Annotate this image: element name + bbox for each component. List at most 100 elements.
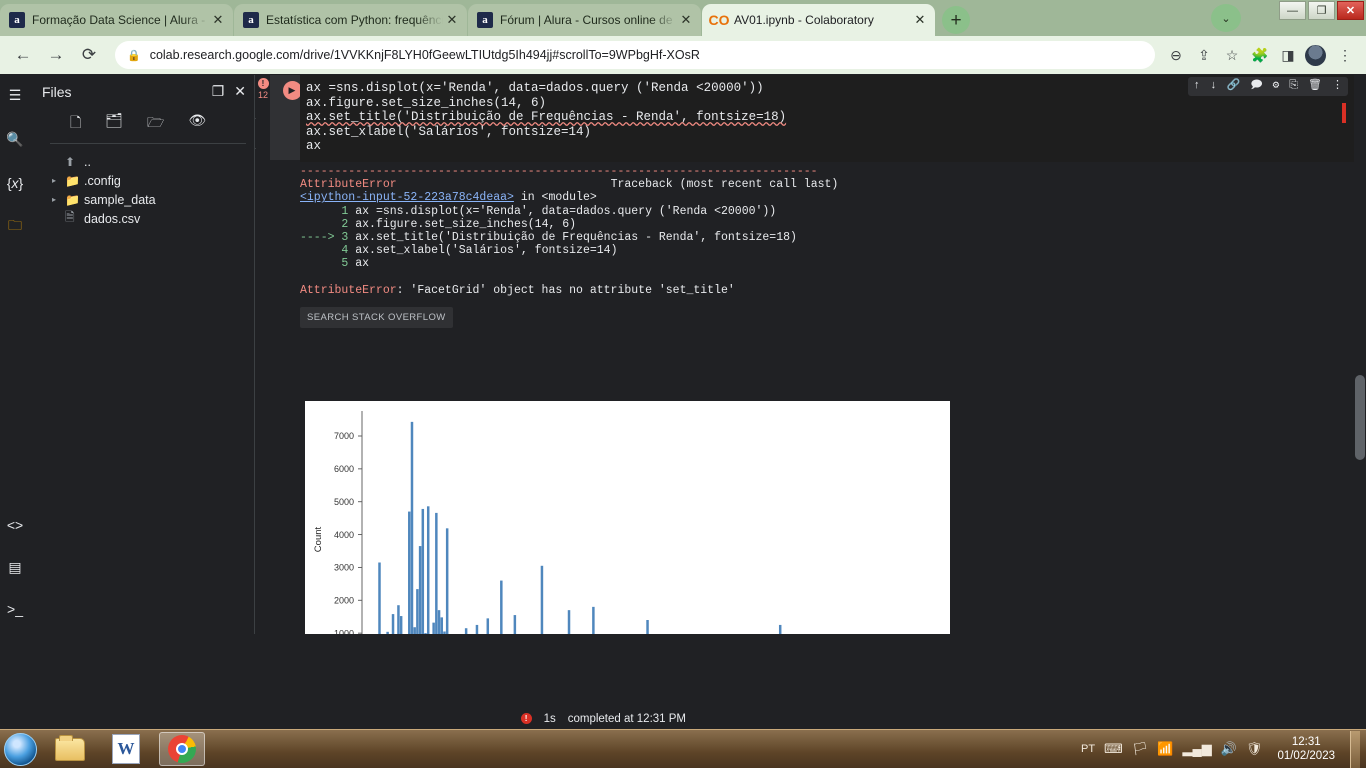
file-row-config[interactable]: ▸ 📁 .config xyxy=(30,171,254,190)
window-minimize-button[interactable]: — xyxy=(1279,1,1306,20)
share-icon[interactable]: ⇪ xyxy=(1191,42,1217,68)
search-icon[interactable]: 🔍 xyxy=(4,128,26,150)
histogram-bar xyxy=(413,627,416,634)
mirror-cell-icon[interactable]: ⎘ xyxy=(1289,79,1298,94)
show-desktop-button[interactable] xyxy=(1350,730,1360,768)
browser-tab-2[interactable]: a Estatística com Python: frequênci ✕ xyxy=(234,4,467,36)
tab-close-icon[interactable]: ✕ xyxy=(677,11,695,29)
windows-taskbar: W PT ⌨ 🏳 📶 ▂▄▆ 🔊 🛡 12:31 01/02/2023 xyxy=(0,729,1366,768)
add-comment-icon[interactable]: 🗩 xyxy=(1250,79,1262,94)
terminal-icon[interactable]: >_ xyxy=(4,598,26,620)
file-row-sample-data[interactable]: ▸ 📁 sample_data xyxy=(30,190,254,209)
action-center-icon[interactable]: 🛡 xyxy=(1246,741,1263,757)
tab-close-icon[interactable]: ✕ xyxy=(209,11,227,29)
histogram-bar xyxy=(432,622,435,634)
clock-date: 01/02/2023 xyxy=(1277,750,1335,762)
command-palette-icon[interactable]: ▤ xyxy=(4,556,26,578)
address-bar[interactable]: 🔒 colab.research.google.com/drive/1VVKKn… xyxy=(115,41,1155,69)
keyboard-icon[interactable]: ⌨ xyxy=(1104,741,1123,757)
code-snippets-icon[interactable]: <> xyxy=(4,514,26,536)
eye-icon[interactable]: 👁 xyxy=(188,112,206,136)
search-stack-overflow-button[interactable]: SEARCH STACK OVERFLOW xyxy=(300,307,453,329)
execution-completed-text: completed at 12:31 PM xyxy=(567,712,686,725)
chrome-menu-icon[interactable]: ⋮ xyxy=(1332,42,1358,68)
window-maximize-button[interactable]: ❐ xyxy=(1308,1,1335,20)
traceback-frame-link[interactable]: <ipython-input-52-223a78c4deaa> xyxy=(300,191,514,204)
file-name: .. xyxy=(84,154,91,169)
window-close-button[interactable]: ✕ xyxy=(1337,1,1364,20)
histogram-bar xyxy=(391,614,395,634)
file-name: sample_data xyxy=(84,192,156,207)
traceback-arrow xyxy=(300,205,341,218)
back-icon[interactable]: ← xyxy=(8,40,38,70)
network-error-icon[interactable]: 📶 xyxy=(1157,741,1173,757)
code-line-3: ax.set_title('Distribuição de Frequência… xyxy=(306,110,787,125)
signal-icon[interactable]: ▂▄▆ xyxy=(1183,741,1212,757)
browser-tab-4-active[interactable]: CO AV01.ipynb - Colaboratory ✕ xyxy=(702,4,935,36)
tray-language[interactable]: PT xyxy=(1081,743,1095,755)
taskbar-word[interactable]: W xyxy=(103,732,149,766)
move-cell-up-icon[interactable]: ↑ xyxy=(1193,79,1200,94)
browser-tab-1[interactable]: a Formação Data Science | Alura - C ✕ xyxy=(0,4,233,36)
bookmark-star-icon[interactable]: ☆ xyxy=(1219,42,1245,68)
start-orb-icon[interactable] xyxy=(4,732,37,766)
cell-settings-icon[interactable]: ⚙ xyxy=(1273,79,1280,94)
tab-search-chevron-icon[interactable]: ⌄ xyxy=(1211,4,1241,32)
files-icon[interactable]: 🗀 xyxy=(4,216,26,238)
notebook-scrollbar-track[interactable] xyxy=(1354,75,1366,634)
new-window-icon[interactable]: ❐ xyxy=(212,83,225,100)
run-cell-button[interactable]: ▶ xyxy=(282,81,302,100)
caret-icon[interactable]: ▸ xyxy=(52,176,65,185)
tab-close-icon[interactable]: ✕ xyxy=(911,11,929,29)
histogram-bar xyxy=(440,617,444,634)
browser-toolbar: ← → ⟳ 🔒 colab.research.google.com/drive/… xyxy=(0,36,1366,74)
link-to-cell-icon[interactable]: 🔗 xyxy=(1227,79,1241,94)
y-axis-label: Count xyxy=(313,526,324,552)
tab-close-icon[interactable]: ✕ xyxy=(443,11,461,29)
upload-file-icon[interactable]: 🗋 xyxy=(70,112,81,136)
window-controls: — ❐ ✕ xyxy=(1279,1,1364,20)
folder-icon: 📁 xyxy=(65,173,80,188)
caret-icon[interactable]: ▸ xyxy=(52,195,65,204)
alura-icon: a xyxy=(477,12,493,28)
browser-tab-3[interactable]: a Fórum | Alura - Cursos online de ✕ xyxy=(468,4,701,36)
more-options-icon[interactable]: ⋮ xyxy=(1332,79,1343,94)
sidepanel-icon[interactable]: ◨ xyxy=(1275,42,1301,68)
histogram-bar xyxy=(475,624,479,634)
file-row-dados-csv[interactable]: ▸ 🗎 dados.csv xyxy=(30,209,254,228)
move-cell-down-icon[interactable]: ↓ xyxy=(1210,79,1217,94)
histogram-bar xyxy=(426,506,430,634)
notebook-scrollbar-thumb[interactable] xyxy=(1355,375,1365,460)
file-row-parent[interactable]: ▸ ⬆ .. xyxy=(30,152,254,171)
taskbar-file-explorer[interactable] xyxy=(47,732,93,766)
flag-icon[interactable]: 🏳 xyxy=(1132,741,1149,757)
traceback-line-number: 2 xyxy=(341,217,349,231)
forward-icon[interactable]: → xyxy=(41,40,71,70)
volume-icon[interactable]: 🔊 xyxy=(1221,741,1237,757)
zoom-out-icon[interactable]: ⊖ xyxy=(1163,42,1189,68)
table-of-contents-icon[interactable]: ☰ xyxy=(4,84,26,106)
histogram-bar xyxy=(486,618,490,634)
error-scroll-marker xyxy=(1342,103,1346,123)
delete-cell-icon[interactable]: 🗑 xyxy=(1308,79,1322,94)
profile-avatar[interactable] xyxy=(1305,44,1326,66)
mount-drive-icon[interactable]: 🗁 xyxy=(147,112,164,136)
code-line-1: ax =sns.displot(x='Renda', data=dados.qu… xyxy=(306,81,764,95)
files-panel: Files ❐ ✕ 🗋 🗂 🗁 👁 ▸ ⬆ .. ▸ 📁 .config ▸ xyxy=(30,75,255,634)
taskbar-chrome[interactable] xyxy=(159,732,205,766)
traceback-line-code: ax.set_xlabel('Salários', fontsize=14) xyxy=(355,244,618,258)
traceback-line-number: 5 xyxy=(341,257,349,271)
caret-icon: ▸ xyxy=(52,214,65,223)
file-name: .config xyxy=(84,173,121,188)
reload-icon[interactable]: ⟳ xyxy=(74,40,104,70)
alura-icon: a xyxy=(243,12,259,28)
taskbar-clock[interactable]: 12:31 01/02/2023 xyxy=(1271,735,1341,763)
close-icon[interactable]: ✕ xyxy=(234,83,246,100)
browser-tab-strip: a Formação Data Science | Alura - C ✕ a … xyxy=(0,0,1366,36)
code-editor[interactable]: ↑ ↓ 🔗 🗩 ⚙ ⎘ 🗑 ⋮ ax =sns.displot(x='Renda… xyxy=(300,75,1354,162)
variables-icon[interactable]: {x} xyxy=(4,172,26,194)
traceback-arrow xyxy=(300,244,341,257)
extensions-icon[interactable]: 🧩 xyxy=(1247,42,1273,68)
new-tab-button[interactable]: + xyxy=(942,6,970,34)
refresh-folder-icon[interactable]: 🗂 xyxy=(105,112,123,136)
